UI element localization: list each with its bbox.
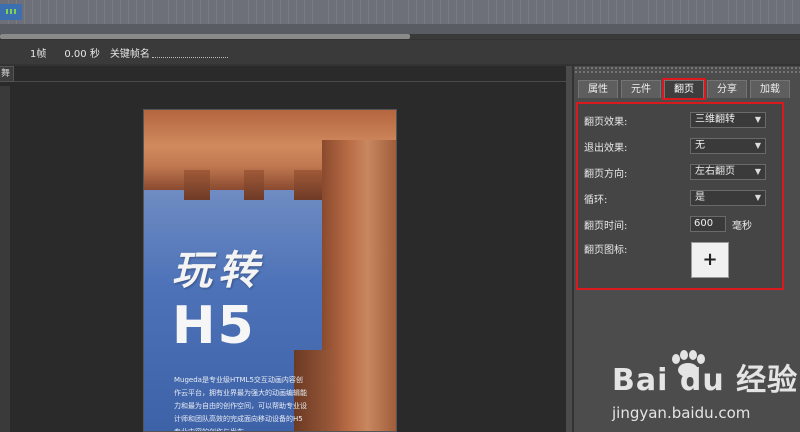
exit-effect-value: 无 xyxy=(695,140,705,151)
stage-left-ruler xyxy=(0,86,10,432)
stage-tab-divider xyxy=(14,81,572,82)
canvas-blurb: Mugeda是专业级HTML5交互动画内容创作云平台，拥有业界最为强大的动画编辑… xyxy=(174,376,307,432)
page-effect-select[interactable]: 三维翻转 ▼ xyxy=(690,112,766,128)
page-effect-row: 翻页效果: 三维翻转 ▼ xyxy=(578,110,782,130)
dropdown-arrow-icon: ▼ xyxy=(754,167,761,176)
canvas-subhead: H5 xyxy=(172,296,256,356)
page-effect-value: 三维翻转 xyxy=(695,114,735,125)
frame-count: 1帧 xyxy=(30,48,47,60)
frame-time: 0.00 秒 xyxy=(64,48,100,60)
canyon-rock-drip xyxy=(184,170,210,200)
watermark-logo: Bai du 经验 xyxy=(612,363,799,398)
time-unit: 毫秒 xyxy=(732,220,752,232)
exit-effect-label: 退出效果: xyxy=(584,142,628,154)
time-row: 翻页时间: 600 毫秒 xyxy=(578,214,782,234)
stage-vertical-scrollbar[interactable] xyxy=(566,66,572,432)
page-canvas[interactable]: 玩转 H5 Mugeda是专业级HTML5交互动画内容创作云平台，拥有业界最为强… xyxy=(143,109,397,432)
dropdown-arrow-icon: ▼ xyxy=(754,193,761,202)
loop-row: 循环: 是 ▼ xyxy=(578,188,782,208)
keyframe-name-input[interactable] xyxy=(151,46,228,58)
exit-effect-row: 退出效果: 无 ▼ xyxy=(578,136,782,156)
frame-info-bar: 1帧 0.00 秒 关键帧名 xyxy=(0,40,800,64)
stage-tab[interactable]: 舞台 xyxy=(0,66,14,82)
loop-label: 循环: xyxy=(584,194,608,206)
panel-tabs: 属性 元件 翻页 分享 加载 xyxy=(574,78,800,100)
direction-value: 左右翻页 xyxy=(695,166,735,177)
tab-symbols[interactable]: 元件 xyxy=(621,80,661,98)
timeline-frames[interactable] xyxy=(0,0,800,24)
keyframe-marker[interactable] xyxy=(0,4,22,20)
loop-value: 是 xyxy=(695,192,705,203)
time-label: 翻页时间: xyxy=(584,220,628,232)
dropdown-arrow-icon: ▼ xyxy=(754,141,761,150)
dropdown-arrow-icon: ▼ xyxy=(754,115,761,124)
icon-row: 翻页图标: xyxy=(578,238,782,258)
tab-share[interactable]: 分享 xyxy=(707,80,747,98)
tab-page-turn[interactable]: 翻页 xyxy=(662,78,706,100)
page-turn-settings: 翻页效果: 三维翻转 ▼ 退出效果: 无 ▼ 翻页方向: 左右翻页 ▼ 循环: … xyxy=(576,102,784,290)
baidu-jingyan-watermark: Bai du 经验 jingyan.baidu.com xyxy=(612,348,800,432)
keyframe-name-label: 关键帧名 xyxy=(109,48,150,60)
tab-properties[interactable]: 属性 xyxy=(578,80,618,98)
watermark-url: jingyan.baidu.com xyxy=(612,404,751,422)
exit-effect-select[interactable]: 无 ▼ xyxy=(690,138,766,154)
loop-select[interactable]: 是 ▼ xyxy=(690,190,766,206)
direction-select[interactable]: 左右翻页 ▼ xyxy=(690,164,766,180)
panel-grip[interactable] xyxy=(574,66,800,74)
direction-label: 翻页方向: xyxy=(584,168,628,180)
canvas-headline: 玩转 xyxy=(172,247,264,294)
add-icon-button[interactable]: + xyxy=(691,242,729,278)
time-input[interactable]: 600 xyxy=(690,216,726,232)
timeline-scrollbar-thumb[interactable] xyxy=(0,34,410,39)
page-effect-label: 翻页效果: xyxy=(584,116,628,128)
timeline-scrollbar[interactable] xyxy=(0,34,800,39)
icon-label: 翻页图标: xyxy=(584,244,628,256)
canyon-rock-drip xyxy=(244,170,264,200)
canyon-rock-drip xyxy=(294,170,324,200)
tab-loading[interactable]: 加载 xyxy=(750,80,790,98)
direction-row: 翻页方向: 左右翻页 ▼ xyxy=(578,162,782,182)
